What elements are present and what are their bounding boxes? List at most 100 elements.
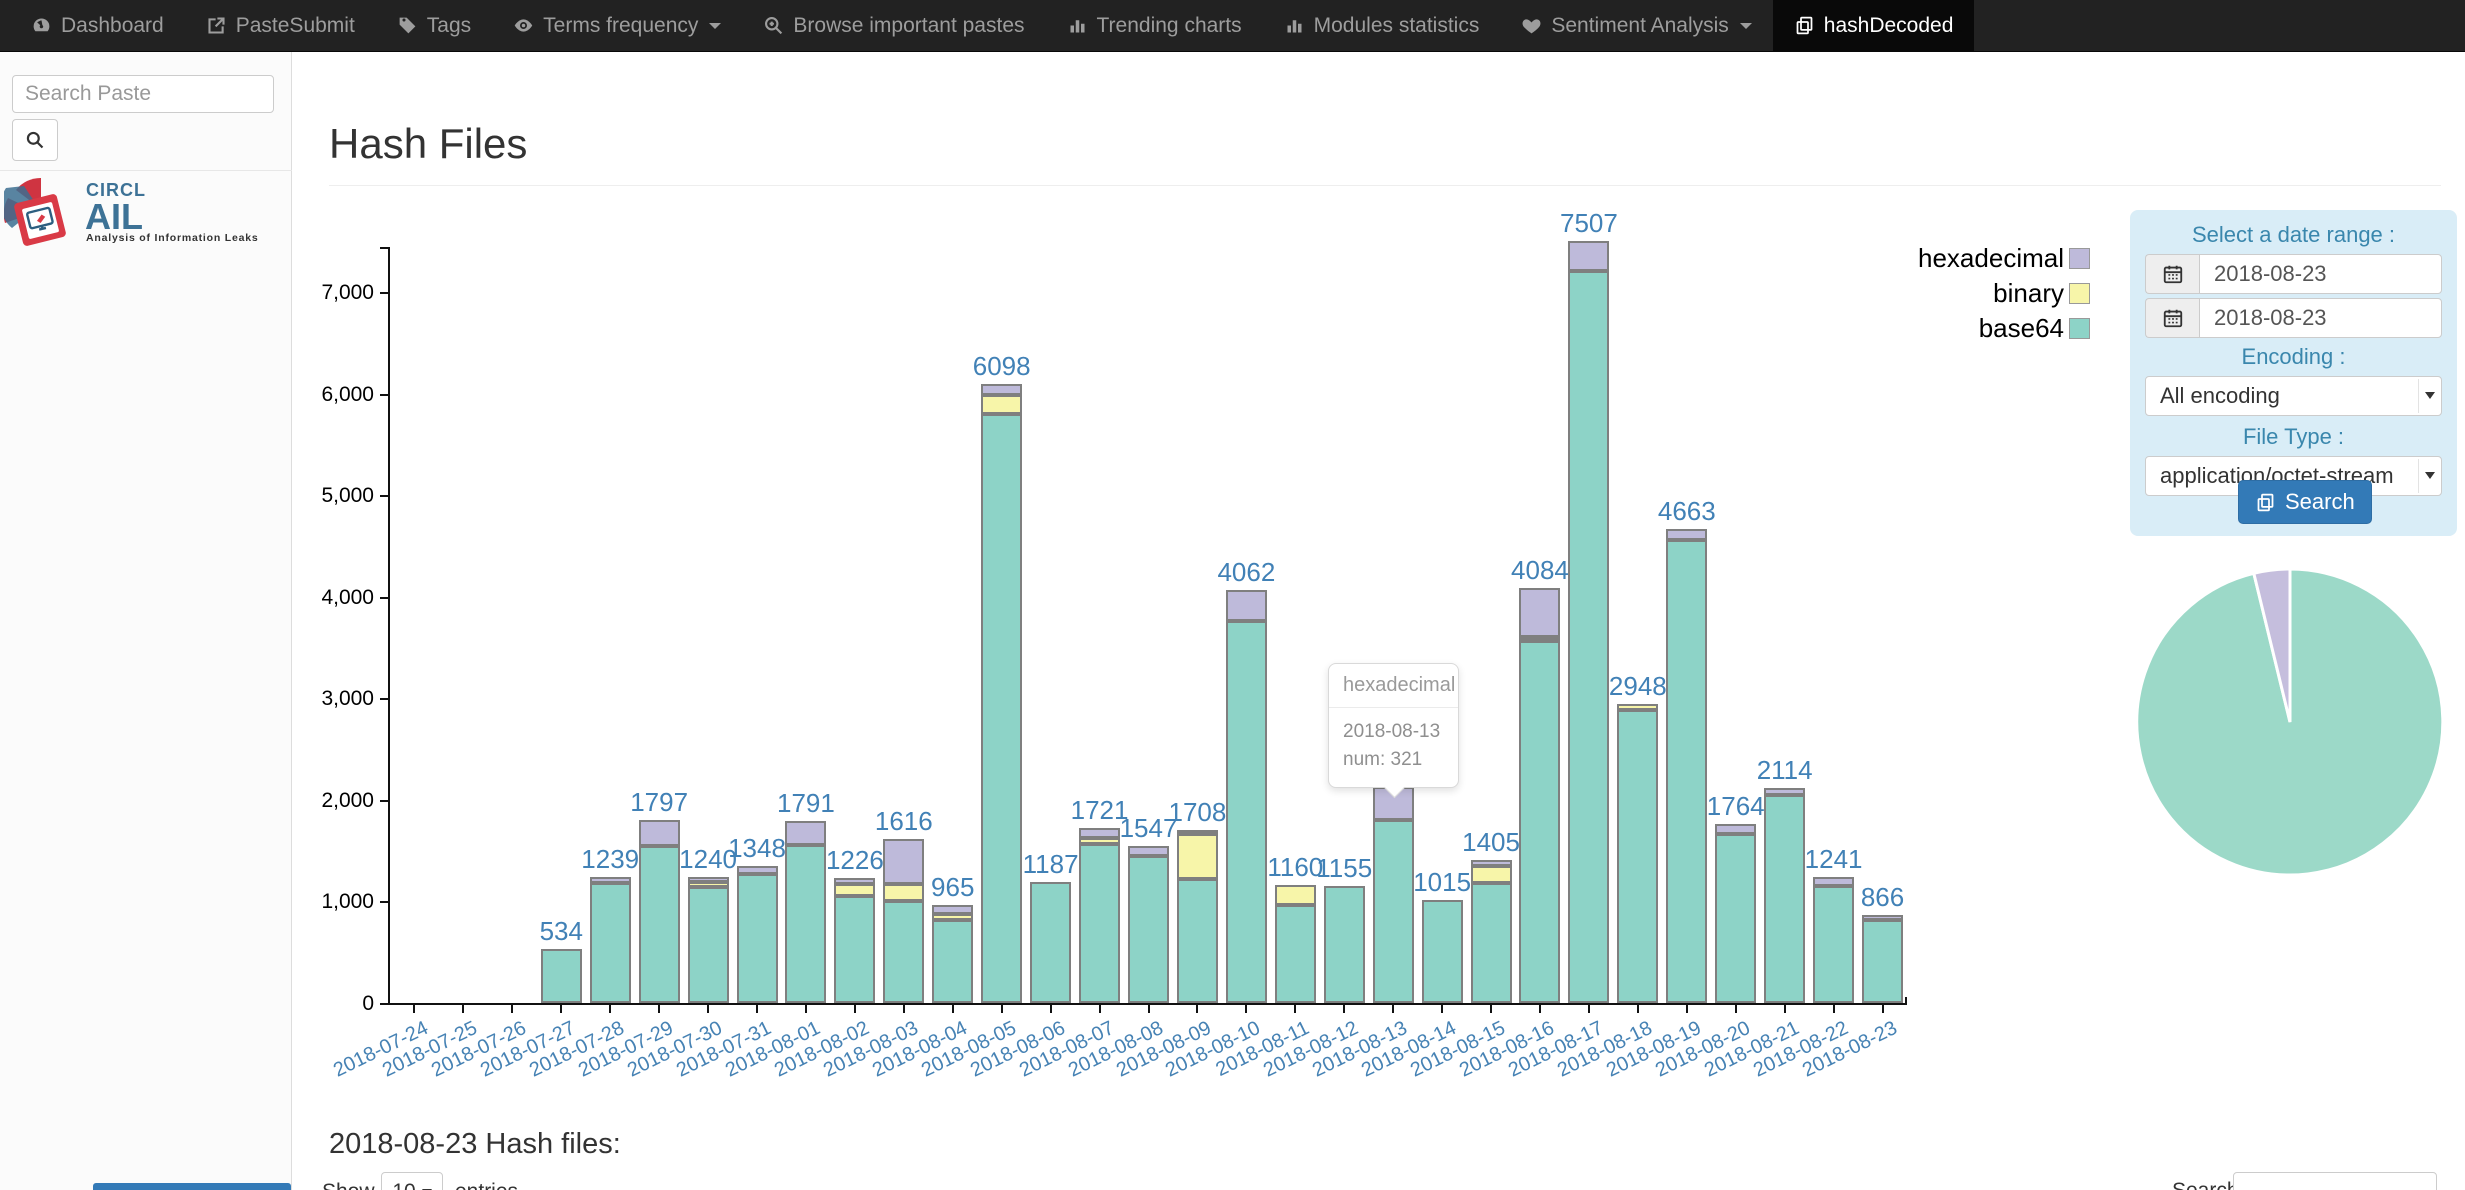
encoding-select[interactable]: All encoding bbox=[2145, 376, 2442, 416]
bar-segment-base64[interactable] bbox=[1519, 641, 1560, 1003]
bar-segment-base64[interactable] bbox=[1079, 844, 1120, 1003]
bar-segment-hexadecimal[interactable] bbox=[1471, 860, 1512, 866]
bar-segment-hexadecimal[interactable] bbox=[1177, 830, 1218, 835]
bar-segment-binary[interactable] bbox=[1471, 866, 1512, 883]
bar-segment-binary[interactable] bbox=[688, 882, 729, 887]
panel-search-button[interactable]: Search bbox=[2238, 480, 2372, 524]
bar-segment-base64[interactable] bbox=[1030, 882, 1071, 1003]
bar-segment-base64[interactable] bbox=[1666, 540, 1707, 1003]
bar-segment-base64[interactable] bbox=[1568, 271, 1609, 1003]
bar-segment-binary[interactable] bbox=[834, 884, 875, 896]
x-axis-tick bbox=[707, 1005, 709, 1013]
x-axis-tick bbox=[462, 1005, 464, 1013]
bar-segment-hexadecimal[interactable] bbox=[688, 877, 729, 882]
bar-segment-hexadecimal[interactable] bbox=[737, 866, 778, 874]
bar-segment-binary[interactable] bbox=[1177, 834, 1218, 879]
chevron-down-icon bbox=[2425, 392, 2435, 399]
x-axis-tick bbox=[805, 1005, 807, 1013]
x-axis-tick bbox=[511, 1005, 513, 1013]
bar-segment-base64[interactable] bbox=[1275, 905, 1316, 1003]
nav-tags[interactable]: Tags bbox=[376, 0, 492, 51]
bar-segment-binary[interactable] bbox=[1275, 885, 1316, 905]
sidebar-bottom-button-cutoff[interactable] bbox=[93, 1183, 291, 1190]
legend-item-binary[interactable]: binary bbox=[1993, 278, 2090, 309]
bar-segment-hexadecimal[interactable] bbox=[1764, 788, 1805, 795]
bar-segment-hexadecimal[interactable] bbox=[1568, 241, 1609, 271]
page-length-value: 10 bbox=[392, 1180, 415, 1190]
bar-segment-binary[interactable] bbox=[1519, 637, 1560, 641]
bar-segment-base64[interactable] bbox=[1422, 900, 1463, 1003]
nav-modules-statistics[interactable]: Modules statistics bbox=[1263, 0, 1501, 51]
bar-segment-base64[interactable] bbox=[1373, 820, 1414, 1003]
encoding-label: Encoding : bbox=[2145, 344, 2442, 370]
nav-label: Terms frequency bbox=[543, 14, 698, 38]
bar-segment-base64[interactable] bbox=[590, 883, 631, 1003]
bar-segment-base64[interactable] bbox=[1715, 834, 1756, 1003]
x-axis-tick bbox=[1833, 1005, 1835, 1013]
y-axis-tick bbox=[380, 597, 388, 599]
x-axis-tick bbox=[1099, 1005, 1101, 1013]
nav-sentiment-analysis[interactable]: Sentiment Analysis bbox=[1500, 0, 1772, 51]
x-axis-tick bbox=[1784, 1005, 1786, 1013]
bar-segment-hexadecimal[interactable] bbox=[981, 384, 1022, 395]
bar-segment-base64[interactable] bbox=[688, 887, 729, 1003]
calendar-icon bbox=[2145, 298, 2199, 338]
bar-segment-hexadecimal[interactable] bbox=[1862, 915, 1903, 920]
nav-hash-decoded[interactable]: hashDecoded bbox=[1773, 0, 1975, 51]
bar-segment-hexadecimal[interactable] bbox=[785, 821, 826, 844]
bar-segment-base64[interactable] bbox=[834, 896, 875, 1003]
bar-segment-base64[interactable] bbox=[1226, 621, 1267, 1003]
bar-segment-hexadecimal[interactable] bbox=[1715, 824, 1756, 834]
bar-segment-base64[interactable] bbox=[1617, 710, 1658, 1003]
bar-segment-base64[interactable] bbox=[1471, 883, 1512, 1003]
sidebar-search-button[interactable] bbox=[12, 119, 58, 161]
bar-segment-base64[interactable] bbox=[883, 901, 924, 1003]
bar-segment-base64[interactable] bbox=[981, 414, 1022, 1003]
bar-segment-hexadecimal[interactable] bbox=[1128, 846, 1169, 856]
bar-segment-hexadecimal[interactable] bbox=[639, 820, 680, 845]
bar-total-label: 1797 bbox=[589, 787, 729, 818]
bar-segment-base64[interactable] bbox=[1862, 920, 1903, 1003]
date-to-input[interactable] bbox=[2199, 298, 2442, 338]
bar-segment-base64[interactable] bbox=[1177, 879, 1218, 1003]
bar-segment-binary[interactable] bbox=[932, 914, 973, 920]
bar-segment-hexadecimal[interactable] bbox=[1226, 590, 1267, 621]
nav-dashboard[interactable]: Dashboard bbox=[10, 0, 185, 51]
nav-paste-submit[interactable]: PasteSubmit bbox=[185, 0, 376, 51]
bar-segment-binary[interactable] bbox=[1617, 704, 1658, 711]
bar-segment-base64[interactable] bbox=[1128, 856, 1169, 1003]
ail-hash-files-page: Dashboard PasteSubmit Tags Terms frequen… bbox=[0, 0, 2465, 1190]
bar-segment-hexadecimal[interactable] bbox=[1666, 529, 1707, 539]
x-axis-tick bbox=[952, 1005, 954, 1013]
nav-label: Modules statistics bbox=[1314, 14, 1480, 38]
bar-total-label: 2114 bbox=[1715, 755, 1855, 786]
nav-browse-important-pastes[interactable]: Browse important pastes bbox=[742, 0, 1045, 51]
x-axis-tick bbox=[1637, 1005, 1639, 1013]
bar-segment-base64[interactable] bbox=[737, 874, 778, 1003]
bar-segment-binary[interactable] bbox=[981, 395, 1022, 414]
legend-item-base64[interactable]: base64 bbox=[1979, 313, 2090, 344]
table-search-input[interactable] bbox=[2233, 1172, 2437, 1190]
tooltip-title: hexadecimal bbox=[1329, 664, 1458, 708]
legend-swatch-hexadecimal bbox=[2069, 248, 2090, 269]
nav-terms-frequency[interactable]: Terms frequency bbox=[492, 0, 742, 51]
bar-total-label: 1616 bbox=[834, 806, 974, 837]
bar-segment-base64[interactable] bbox=[932, 920, 973, 1003]
nav-trending-charts[interactable]: Trending charts bbox=[1046, 0, 1263, 51]
legend-label: binary bbox=[1993, 278, 2064, 309]
search-paste-input[interactable] bbox=[12, 75, 274, 113]
bar-total-label: 866 bbox=[1813, 882, 1953, 913]
bar-segment-base64[interactable] bbox=[1764, 795, 1805, 1003]
file-type-label: File Type : bbox=[2145, 424, 2442, 450]
bar-segment-base64[interactable] bbox=[541, 949, 582, 1003]
bar-segment-hexadecimal[interactable] bbox=[590, 877, 631, 883]
date-from-input[interactable] bbox=[2199, 254, 2442, 294]
legend-item-hexadecimal[interactable]: hexadecimal bbox=[1918, 243, 2090, 274]
bar-segment-hexadecimal[interactable] bbox=[834, 878, 875, 884]
nav-label: Tags bbox=[427, 14, 471, 38]
bar-segment-hexadecimal[interactable] bbox=[1519, 588, 1560, 637]
bar-segment-base64[interactable] bbox=[1324, 886, 1365, 1003]
x-axis-tick bbox=[1392, 1005, 1394, 1013]
page-length-select[interactable]: 10 bbox=[381, 1172, 443, 1190]
bar-segment-hexadecimal[interactable] bbox=[932, 905, 973, 914]
